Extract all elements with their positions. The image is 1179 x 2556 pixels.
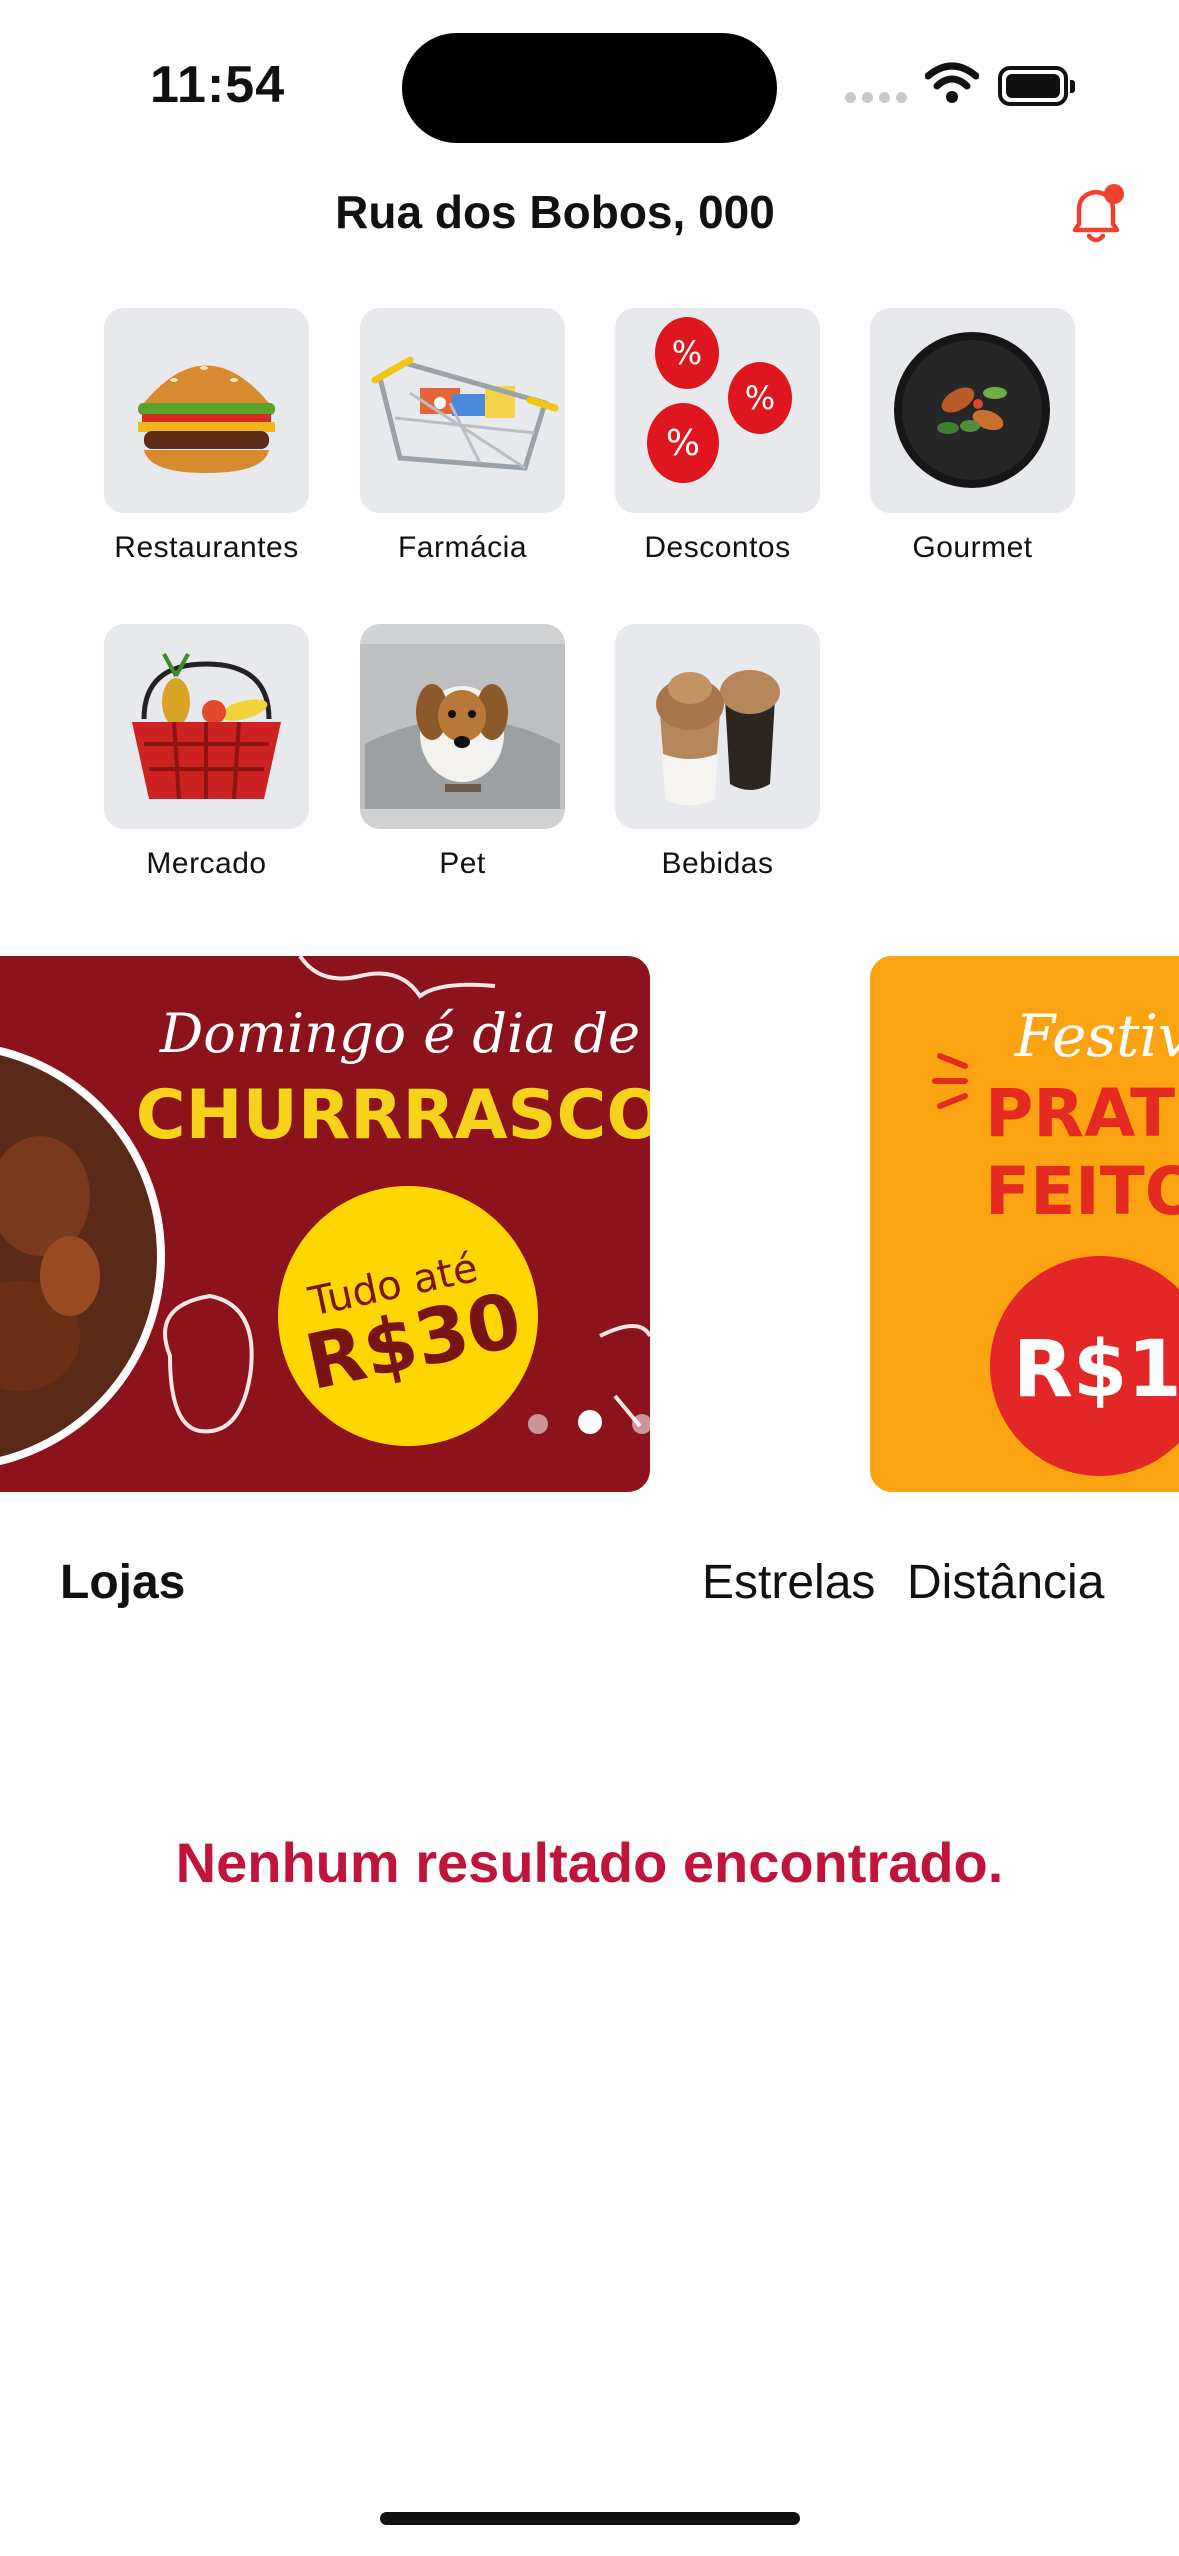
delivery-address[interactable]: Rua dos Bobos, 000 [0, 185, 1110, 239]
category-label: Bebidas [661, 847, 774, 880]
sort-by-distance-button[interactable]: Distância [907, 1555, 1104, 1610]
svg-text:%: % [666, 423, 700, 464]
category-label: Mercado [146, 847, 267, 880]
banner2-line-2: PRAT [985, 1075, 1175, 1152]
carousel-dot[interactable] [632, 1414, 652, 1434]
grocery-basket-icon [104, 624, 309, 829]
dog-bed-icon [360, 624, 565, 829]
drinks-cups-icon [615, 624, 820, 829]
pharmacy-basket-icon [360, 308, 565, 513]
category-farmacia[interactable]: Farmácia [340, 308, 585, 565]
status-time: 11:54 [150, 56, 286, 114]
category-gourmet[interactable]: Gourmet [850, 308, 1095, 565]
carousel-page-indicator[interactable] [528, 1410, 682, 1439]
cellular-signal-icon [845, 90, 913, 108]
dynamic-island [402, 33, 777, 143]
gourmet-plate-icon [870, 308, 1075, 513]
category-mercado[interactable]: Mercado [84, 624, 329, 881]
stores-section-title: Lojas [60, 1556, 186, 1609]
svg-text:%: % [672, 334, 702, 372]
category-pet[interactable]: Pet [340, 624, 585, 881]
banner-line-1: Domingo é dia de [159, 1002, 640, 1065]
sort-by-stars-button[interactable]: Estrelas [702, 1555, 875, 1610]
category-label: Gourmet [912, 531, 1033, 564]
home-indicator[interactable] [380, 2512, 800, 2525]
banner-line-2: CHURRRASCO [136, 1076, 650, 1155]
banner2-badge-price: R$15 [1013, 1325, 1179, 1415]
wifi-icon [925, 62, 979, 103]
category-restaurantes[interactable]: Restaurantes [84, 308, 329, 565]
category-label: Descontos [644, 531, 791, 564]
carousel-dot[interactable] [528, 1414, 548, 1434]
carousel-dot-active[interactable] [578, 1410, 602, 1434]
notification-bell-icon[interactable] [1065, 180, 1131, 250]
category-label: Farmácia [397, 531, 528, 564]
category-bebidas[interactable]: Bebidas [595, 624, 840, 881]
promo-banner-prato-feito[interactable]: Festiv PRAT FEITO R$15 [870, 956, 1179, 1492]
discount-balloons-icon: % % % [615, 308, 820, 513]
banner2-line-3: FEITO [985, 1153, 1179, 1230]
banner2-line-1: Festiv [1014, 1002, 1179, 1070]
category-label: Restaurantes [114, 531, 299, 564]
burger-icon [104, 308, 309, 513]
category-label: Pet [439, 847, 486, 880]
category-descontos[interactable]: % % % Descontos [595, 308, 840, 565]
svg-text:%: % [745, 379, 775, 417]
battery-icon [998, 66, 1075, 106]
empty-state-message: Nenhum resultado encontrado. [175, 1831, 1004, 1894]
